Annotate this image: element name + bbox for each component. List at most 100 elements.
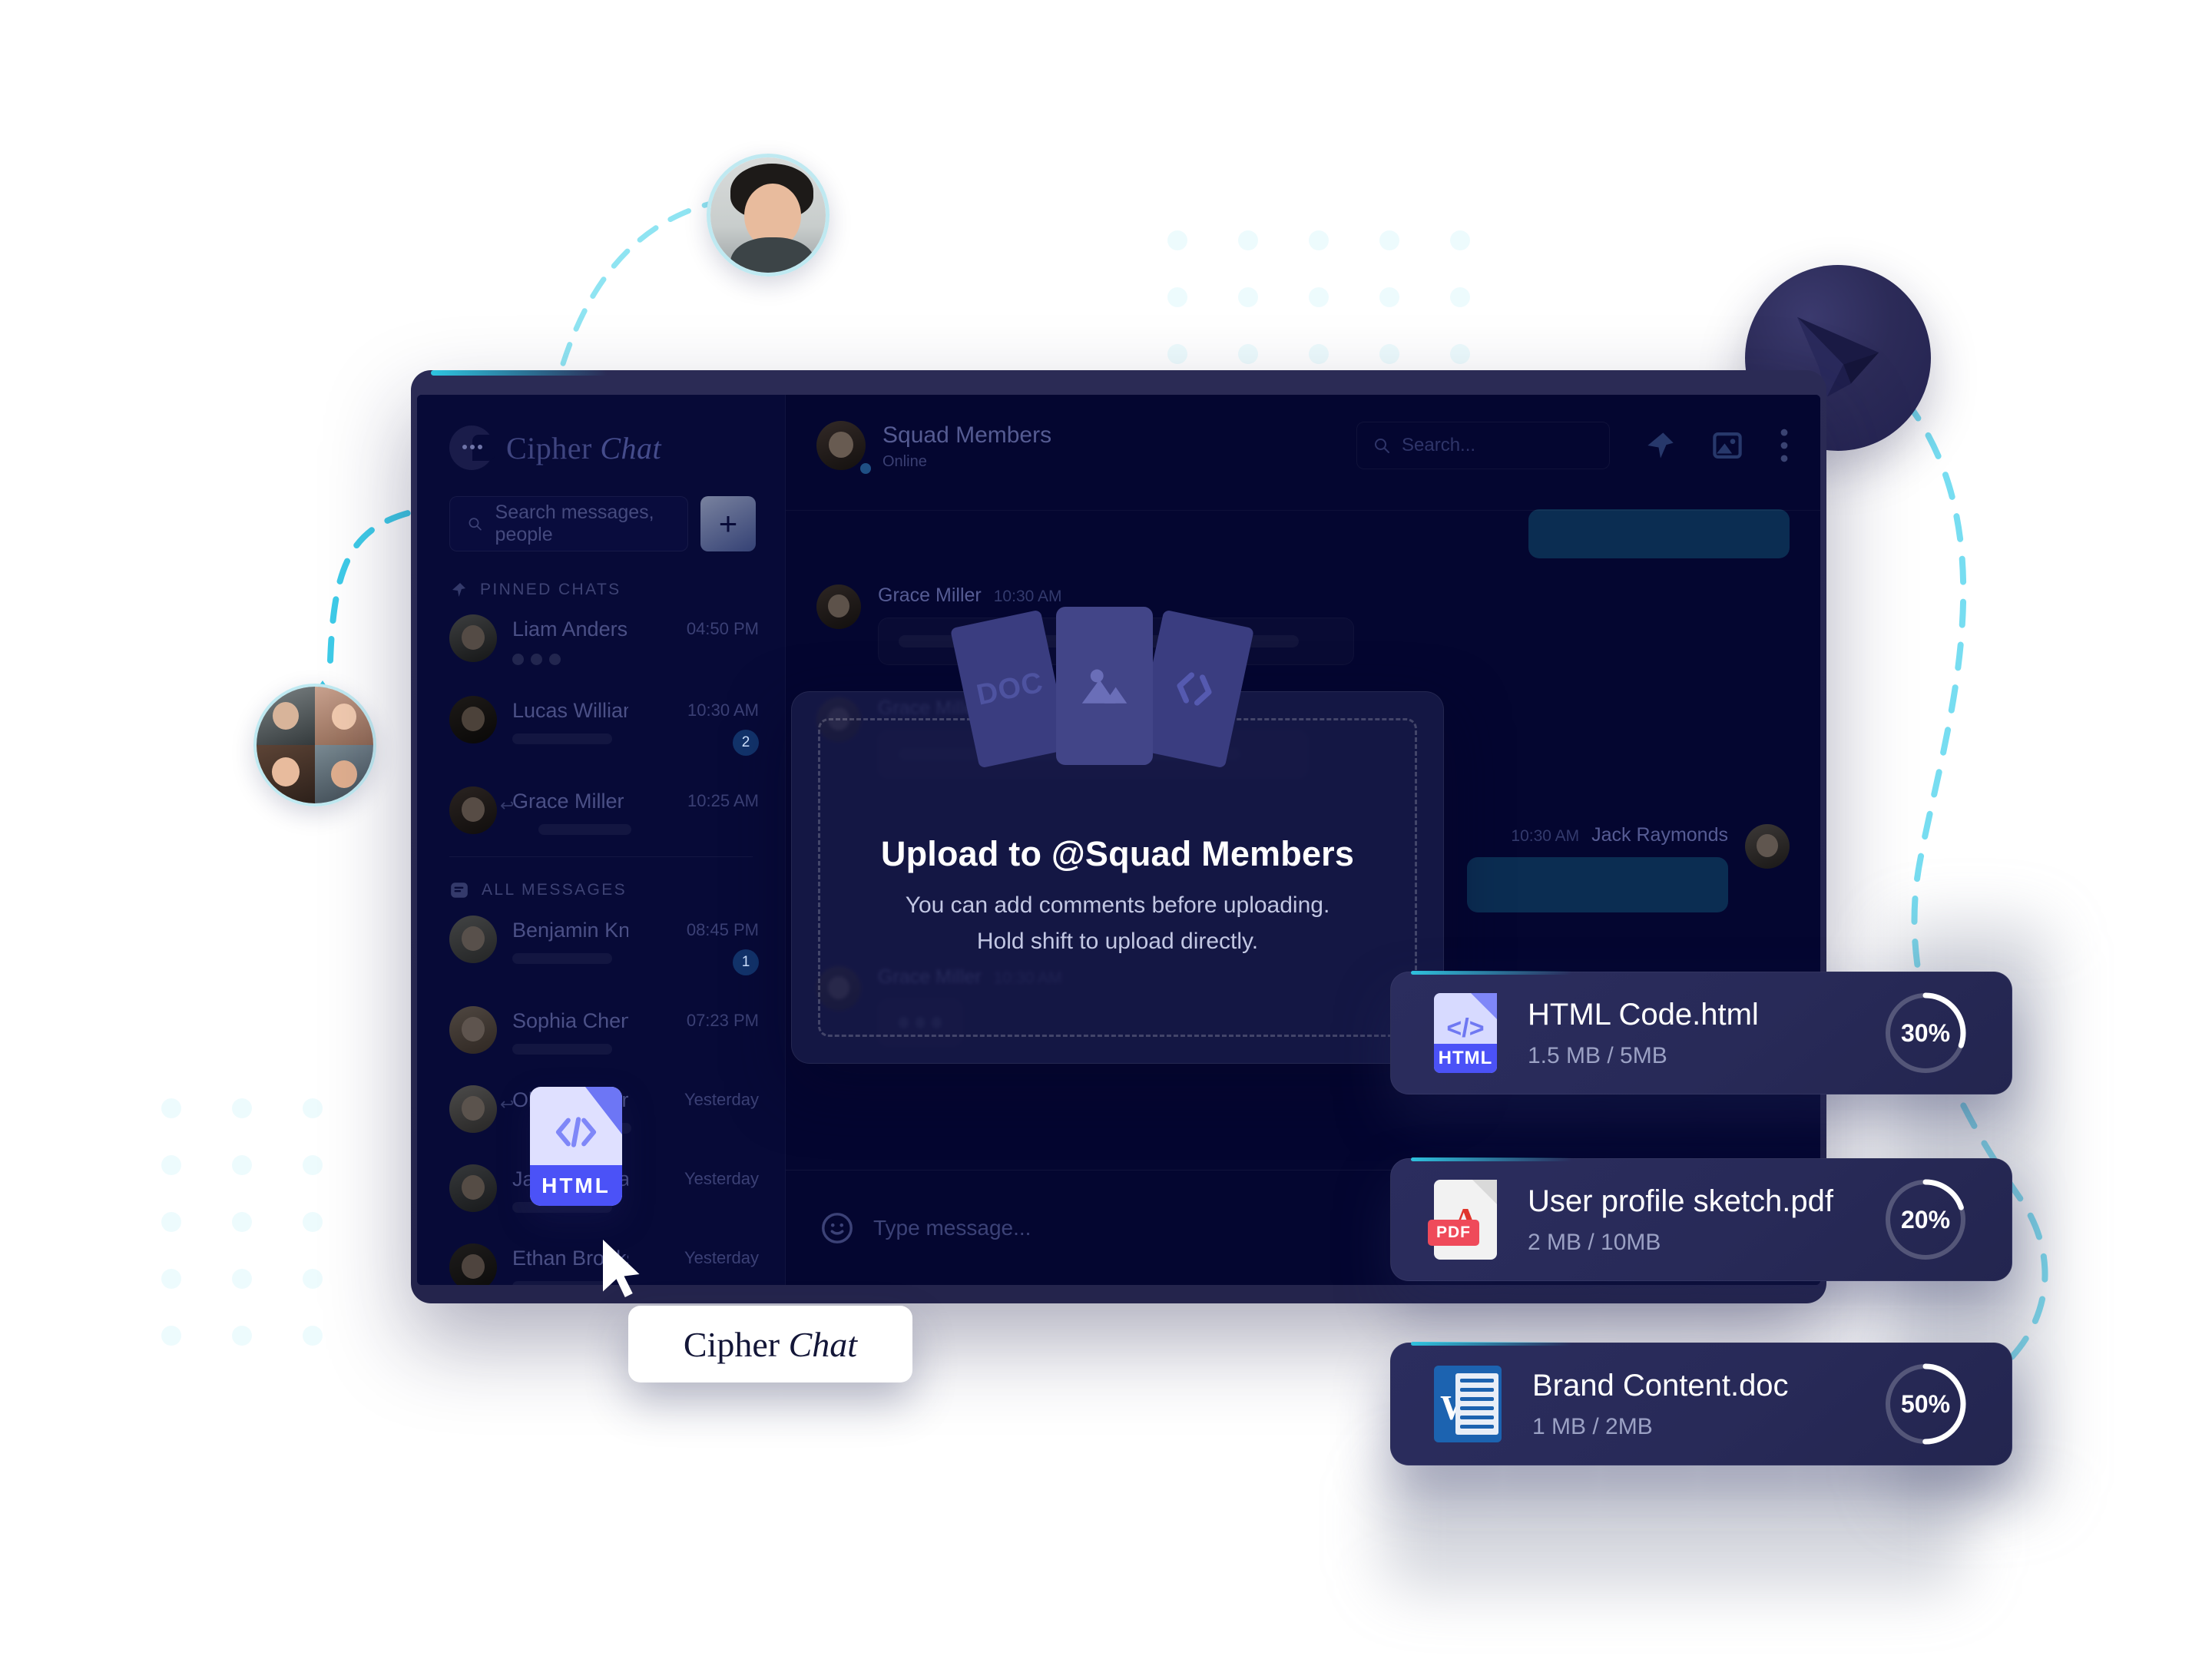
pin-icon [452, 583, 465, 597]
code-icon [530, 1101, 622, 1164]
section-label-pinned: PINNED CHATS [480, 581, 621, 598]
image-icon[interactable] [1711, 429, 1743, 462]
avatar [449, 1243, 497, 1285]
message-time: 10:30 AM [993, 587, 1062, 605]
doc-page [1455, 1373, 1498, 1435]
chat-time: Yesterday [684, 1169, 759, 1188]
chat-search-placeholder: Search... [1402, 435, 1476, 456]
dot-grid-top-right [1167, 230, 1475, 369]
card-shadow-blob [1382, 1459, 1966, 1590]
file-type-tag: PDF [1428, 1220, 1479, 1246]
brand-name-primary: Cipher [506, 430, 592, 465]
brand-name: Cipher Chat [506, 430, 661, 466]
chat-status: Online [882, 452, 927, 470]
chat-time: 08:45 PM [686, 920, 759, 939]
upload-card-html[interactable]: </> HTML HTML Code.html 1.5 MB / 5MB 30% [1390, 971, 2012, 1094]
avatar [449, 786, 497, 834]
brand-logo-card: Cipher Chat [628, 1306, 912, 1382]
dropzone-file-illustration: DOC [949, 607, 1255, 769]
logo-card-secondary: Chat [788, 1324, 858, 1364]
chat-name: Lucas Williams [512, 699, 628, 722]
messages-icon [451, 882, 468, 898]
upload-card-pdf[interactable]: A PDF User profile sketch.pdf 2 MB / 10M… [1390, 1157, 2012, 1281]
unread-badge: 1 [733, 949, 759, 975]
section-header-pinned: PINNED CHATS [417, 551, 785, 599]
avatar [1745, 823, 1790, 869]
chat-name: Grace Miller [512, 790, 624, 813]
doc-badge-label: DOC [973, 665, 1047, 712]
avatar [816, 584, 861, 629]
upload-progress-ring: 30% [1883, 990, 1969, 1076]
chat-preview [512, 733, 612, 744]
chat-time: Yesterday [684, 1090, 759, 1109]
avatar [449, 1085, 497, 1133]
reply-icon: ↩ [500, 796, 515, 815]
logo-card-primary: Cipher [683, 1324, 780, 1364]
dot-grid-bottom-left [161, 1098, 407, 1375]
typing-indicator [512, 654, 628, 665]
section-header-all-messages: ALL MESSAGES [417, 857, 785, 900]
avatar [449, 916, 497, 963]
chat-preview [512, 1044, 612, 1055]
search-icon [1375, 439, 1389, 454]
sidebar-chat-liam-anderson[interactable]: Liam Anderson 04:50 PM [417, 599, 785, 680]
message-row: Grace Miller 10:30 AM [786, 584, 1820, 665]
message-time: 10:30 AM [1511, 826, 1580, 845]
upload-progress-label: 30% [1900, 1018, 1951, 1047]
sidebar-search-input[interactable]: Search messages, people [449, 496, 688, 551]
upload-file-size: 1.5 MB / 5MB [1528, 1042, 1667, 1068]
chat-time: 10:25 AM [687, 791, 759, 810]
brand-mark-icon [449, 426, 495, 470]
avatar [449, 1006, 497, 1054]
floating-avatar-top [707, 154, 830, 276]
chat-title: Squad Members [882, 422, 1052, 448]
chat-search-input[interactable]: Search... [1356, 422, 1610, 470]
sidebar-chat-lucas-williams[interactable]: Lucas Williams 10:30 AM 2 [417, 680, 785, 771]
sidebar-chat-sophia-chen[interactable]: Sophia Chen 07:23 PM [417, 991, 785, 1070]
chat-time: Yesterday [684, 1248, 759, 1267]
avatar [449, 614, 497, 662]
avatar [449, 696, 497, 743]
composer-placeholder: Type message... [873, 1215, 1031, 1240]
brand-name-secondary: Chat [600, 430, 662, 465]
chat-preview [538, 824, 631, 835]
upload-file-name: Brand Content.doc [1532, 1368, 1789, 1402]
sidebar-chat-grace-miller[interactable]: Grace Miller ↩ 10:25 AM [417, 771, 785, 850]
file-type-tag: HTML [1434, 1044, 1497, 1073]
sidebar-search-placeholder: Search messages, people [495, 502, 654, 545]
chat-header-avatar [816, 421, 866, 471]
new-chat-button[interactable]: + [700, 496, 756, 551]
dropzone-title: Upload to @Squad Members [880, 834, 1355, 873]
chat-preview [512, 953, 612, 964]
avatar [449, 1164, 497, 1212]
upload-progress-ring: 20% [1883, 1177, 1969, 1263]
brand-logo: Cipher Chat [417, 395, 785, 470]
pin-icon[interactable] [1645, 430, 1676, 461]
smiley-icon[interactable] [820, 1210, 855, 1246]
chat-name: Liam Anderson [512, 618, 628, 641]
upload-progress-ring: 50% [1883, 1361, 1969, 1447]
window-accent-line [431, 370, 608, 376]
upload-file-name: HTML Code.html [1528, 997, 1759, 1031]
html-file-icon: </> HTML [1434, 993, 1497, 1073]
chat-name: Sophia Chen [512, 1009, 628, 1032]
message-outgoing [786, 498, 1820, 558]
sidebar-chat-benjamin-knight[interactable]: Benjamin Knight 08:45 PM 1 [417, 900, 785, 991]
chat-name: Benjamin Knight [512, 919, 628, 942]
code-icon [1177, 672, 1212, 706]
upload-card-doc[interactable]: W Brand Content.doc 1 MB / 2MB 50% [1390, 1342, 2012, 1465]
upload-progress-label: 20% [1900, 1205, 1951, 1233]
screenshot-canvas: Cipher Chat Search messages, people + PI… [0, 0, 2212, 1659]
group-avatar-cluster [253, 684, 376, 806]
chat-time: 10:30 AM [687, 700, 759, 720]
chat-header-divider [786, 510, 1820, 511]
online-status-dot [858, 461, 873, 476]
search-icon [469, 518, 482, 531]
message-sender: Grace Miller [878, 584, 982, 606]
more-vertical-icon[interactable] [1779, 429, 1790, 462]
message-bubble [1528, 508, 1790, 558]
message-bubble [1467, 856, 1728, 912]
dragged-file-html[interactable]: HTML [530, 1087, 622, 1206]
chat-time: 07:23 PM [686, 1011, 759, 1030]
upload-progress-label: 50% [1900, 1389, 1951, 1418]
